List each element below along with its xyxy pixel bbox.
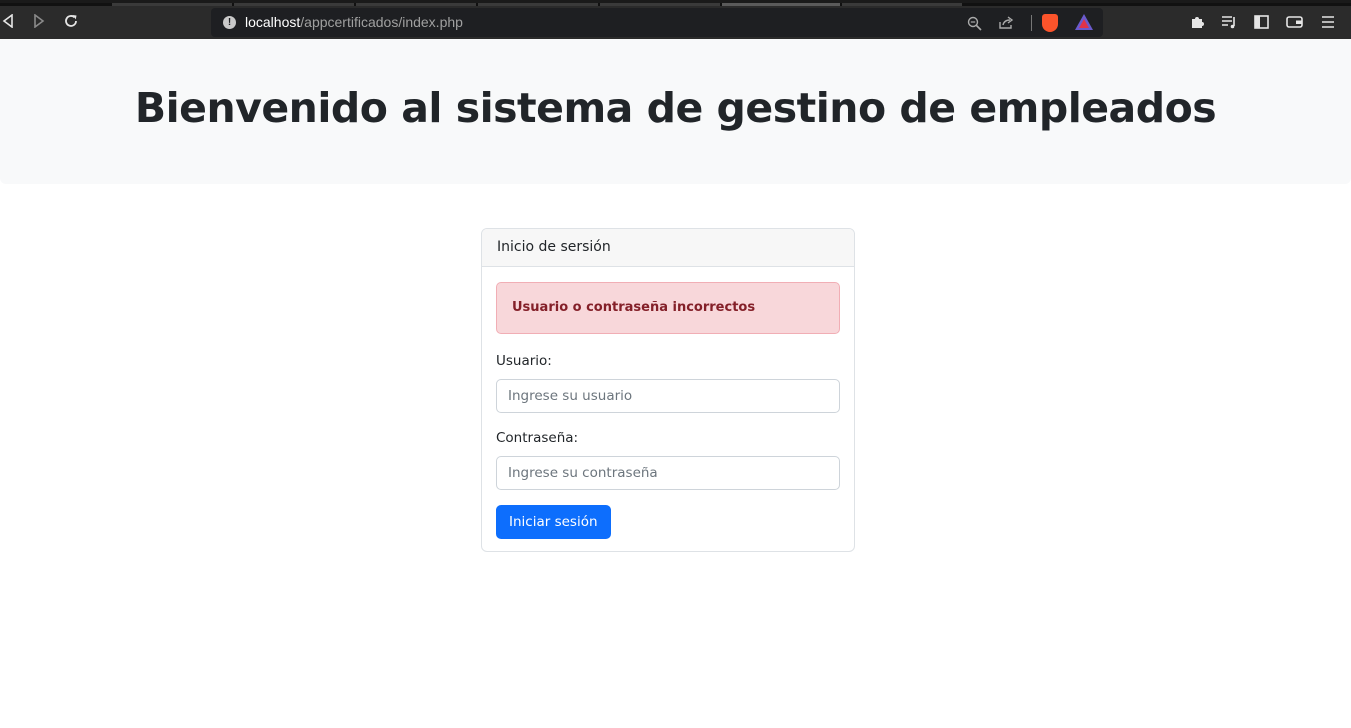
- username-label: Usuario:: [496, 353, 552, 369]
- url-path: /appcertificados/index.php: [300, 14, 463, 30]
- extensions-icon[interactable]: [1187, 12, 1207, 32]
- zoom-icon[interactable]: [965, 14, 983, 32]
- username-input[interactable]: [496, 379, 840, 413]
- password-input[interactable]: [496, 456, 840, 490]
- tab[interactable]: [112, 3, 232, 6]
- tab[interactable]: [842, 3, 962, 6]
- card-body: Usuario o contraseña incorrectos Usuario…: [482, 267, 854, 551]
- tab[interactable]: [478, 3, 598, 6]
- login-card: Inicio de sersión Usuario o contraseña i…: [481, 228, 855, 552]
- tab-strip: [0, 3, 1351, 6]
- wallet-icon[interactable]: [1284, 12, 1304, 32]
- sidebar-toggle-icon[interactable]: [1251, 12, 1271, 32]
- brave-shields-icon[interactable]: [1042, 14, 1058, 32]
- browser-toolbar: ! localhost/appcertificados/index.php: [0, 0, 1351, 39]
- site-info-icon[interactable]: !: [223, 16, 236, 29]
- reload-icon[interactable]: [61, 11, 81, 31]
- tab[interactable]: [356, 3, 476, 6]
- login-button[interactable]: Iniciar sesión: [496, 505, 611, 539]
- error-alert: Usuario o contraseña incorrectos: [496, 282, 840, 334]
- back-icon[interactable]: [0, 11, 18, 31]
- brave-rewards-icon[interactable]: [1075, 14, 1093, 30]
- url-host: localhost: [245, 14, 301, 30]
- menu-icon[interactable]: [1318, 12, 1338, 32]
- password-label: Contraseña:: [496, 430, 579, 446]
- share-icon[interactable]: [997, 14, 1015, 32]
- divider: [1031, 15, 1032, 31]
- tab[interactable]: [600, 3, 720, 6]
- tab[interactable]: [234, 3, 354, 6]
- address-bar[interactable]: ! localhost/appcertificados/index.php: [211, 8, 1103, 37]
- tab-active[interactable]: [722, 3, 840, 6]
- forward-icon[interactable]: [29, 11, 49, 31]
- playlist-icon[interactable]: [1219, 12, 1239, 32]
- page-title: Bienvenido al sistema de gestino de empl…: [134, 84, 1217, 132]
- card-header: Inicio de sersión: [482, 229, 854, 267]
- url-text[interactable]: localhost/appcertificados/index.php: [245, 14, 463, 30]
- hero-banner: Bienvenido al sistema de gestino de empl…: [0, 39, 1351, 184]
